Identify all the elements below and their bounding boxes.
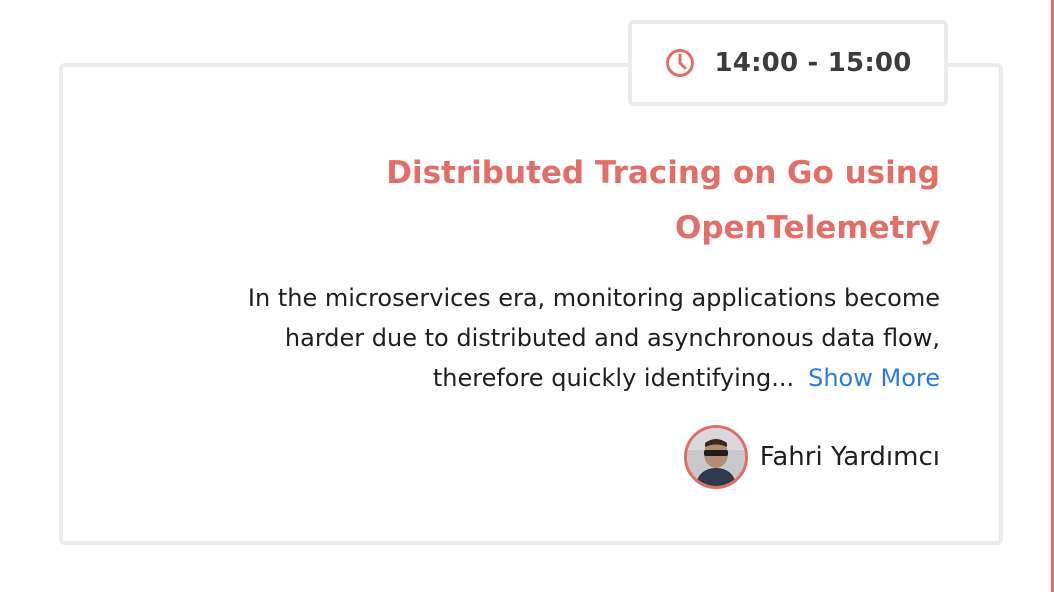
description-line-last: therefore quickly identifying... Show Mor… bbox=[140, 358, 940, 398]
speaker-name[interactable]: Fahri Yardımcı bbox=[760, 442, 940, 472]
session-title-line: OpenTelemetry bbox=[675, 210, 940, 246]
time-badge: 14:00 - 15:00 bbox=[628, 20, 948, 106]
description-line: In the microservices era, monitoring app… bbox=[247, 284, 940, 312]
session-time: 14:00 - 15:00 bbox=[714, 48, 912, 78]
speaker[interactable]: Fahri Yardımcı bbox=[683, 425, 940, 489]
page: 14:00 - 15:00 Distributed Tracing on Go … bbox=[0, 0, 1054, 592]
description-line: harder due to distributed and asynchrono… bbox=[284, 324, 940, 352]
description-text: therefore quickly identifying... bbox=[432, 364, 795, 392]
show-more-link[interactable]: Show More bbox=[808, 364, 940, 392]
session-description: In the microservices era, monitoring app… bbox=[140, 278, 940, 398]
avatar[interactable] bbox=[683, 425, 748, 489]
clock-icon bbox=[664, 47, 696, 79]
session-title: Distributed Tracing on Go using OpenTele… bbox=[140, 146, 940, 256]
session-content: Distributed Tracing on Go using OpenTele… bbox=[140, 146, 940, 398]
session-title-line: Distributed Tracing on Go using bbox=[386, 155, 940, 191]
